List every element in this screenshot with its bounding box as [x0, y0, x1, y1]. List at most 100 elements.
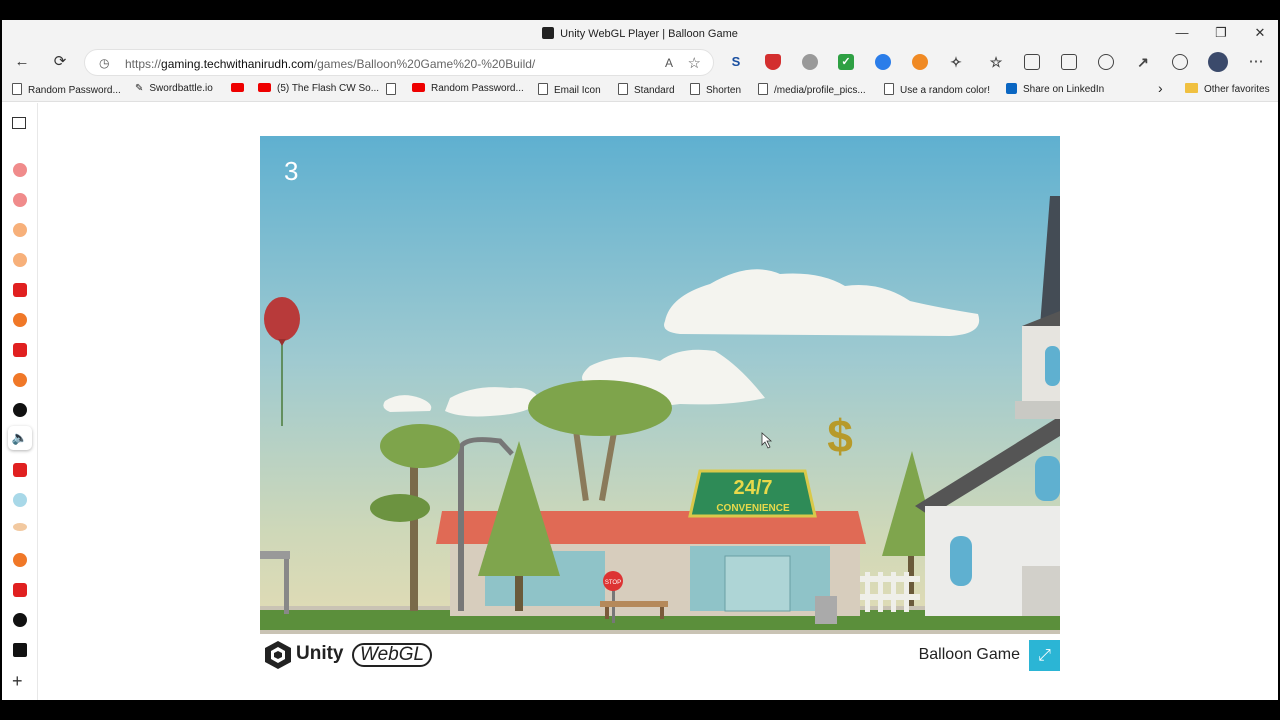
window-title-text: Unity WebGL Player | Balloon Game [560, 28, 738, 40]
shield-extension-icon[interactable] [765, 54, 781, 70]
bookmark-label: Email Icon [554, 85, 601, 96]
badge-extension-icon[interactable] [875, 54, 891, 70]
bookmark-item[interactable]: Random Password... [12, 83, 121, 96]
youtube-icon [412, 83, 425, 92]
bench [600, 601, 668, 607]
read-aloud-icon[interactable]: A [665, 56, 673, 70]
bus-stop-roof [260, 551, 290, 559]
clouds [383, 269, 980, 417]
game-scene: 24/7 CONVENIENCE STOP $ [260, 196, 1060, 634]
store-sign-bottom: CONVENIENCE [716, 503, 790, 514]
puzzle-extensions-icon[interactable]: ✧ [948, 54, 964, 70]
cloud-small [383, 395, 432, 412]
bookmark-item[interactable]: Shorten [690, 83, 741, 96]
new-tab-plus-icon[interactable]: + [12, 671, 23, 692]
page-icon [538, 83, 548, 95]
unity-logo-icon [265, 641, 291, 669]
page-icon [618, 83, 628, 95]
bookmark-item[interactable]: Share on LinkedIn [1006, 83, 1104, 95]
bookmark-item[interactable]: Random Password... [412, 83, 524, 94]
bookmark-item[interactable]: /media/profile_pics... [758, 83, 866, 96]
back-button[interactable]: ← [12, 52, 32, 72]
score-counter: 3 [284, 156, 299, 186]
circle-extension-icon[interactable] [802, 54, 818, 70]
other-favorites[interactable]: Other favorites [1185, 83, 1270, 95]
unity-game-canvas[interactable]: 24/7 CONVENIENCE STOP $ 3 [260, 136, 1060, 634]
bookmark-item[interactable] [231, 83, 250, 94]
stop-sign-text: STOP [605, 580, 621, 586]
tab-page-icon[interactable] [13, 493, 27, 507]
settings-menu-button[interactable]: ⋯ [1246, 52, 1266, 72]
url-path: /games/Balloon%20Game%20-%20Build/ [313, 57, 536, 71]
tab-youtube-icon[interactable] [13, 193, 27, 207]
coin-dollar: $ [827, 410, 853, 462]
favorite-star-icon[interactable]: ☆ [688, 54, 701, 72]
refresh-button[interactable]: ⟳ [50, 52, 70, 72]
minimize-button[interactable]: — [1167, 24, 1197, 42]
tab-youtube-icon[interactable] [13, 283, 27, 297]
tab-audio-icon[interactable]: 🔈 [8, 426, 32, 450]
favorites-icon[interactable]: ☆ [988, 54, 1004, 70]
bench-leg [660, 607, 664, 619]
copilot-icon[interactable] [1172, 54, 1188, 70]
bookmark-label: Use a random color! [900, 85, 991, 96]
orange-extension-icon[interactable] [912, 54, 928, 70]
url-host: gaming.techwithanirudh.com [161, 57, 314, 71]
url-text[interactable]: https://gaming.techwithanirudh.com/games… [125, 57, 535, 71]
s-extension-icon[interactable]: S [728, 54, 744, 70]
check-extension-icon[interactable]: ✓ [838, 54, 854, 70]
bookmark-item[interactable]: Use a random color! [884, 83, 990, 96]
bookmark-item[interactable] [386, 83, 402, 96]
tab-n-icon[interactable] [13, 403, 27, 417]
youtube-icon [258, 83, 271, 92]
bookmarks-overflow-chevron-icon[interactable]: › [1158, 80, 1163, 96]
webgl-label: WebGL [352, 643, 433, 667]
bookmark-label: Random Password... [431, 83, 524, 94]
tab-actions-icon[interactable] [12, 117, 26, 129]
unity-favicon-icon [542, 27, 555, 39]
cloud-small [445, 387, 540, 417]
vertical-tabs-sidebar: 🔈 + [2, 103, 38, 700]
close-button[interactable]: ✕ [1245, 24, 1275, 42]
collections-icon[interactable] [1024, 54, 1040, 70]
trash-can [815, 596, 837, 624]
unity-footer: Unity WebGL Balloon Game ⤢ [260, 634, 1060, 674]
tab-orange-icon[interactable] [13, 223, 27, 237]
tab-cloud-icon[interactable] [13, 523, 27, 531]
tab-orange-icon[interactable] [13, 553, 27, 567]
cloud-large [664, 269, 980, 336]
share-icon[interactable]: ↗ [1135, 54, 1151, 70]
tab-n-icon[interactable] [13, 613, 27, 627]
bookmarks-bar: Random Password... ✎ Swordbattle.io (5) T… [2, 78, 1278, 102]
bookmark-item[interactable]: ✎ Swordbattle.io [135, 83, 213, 94]
address-bar[interactable]: ◷ https://gaming.techwithanirudh.com/gam… [84, 49, 714, 76]
tree-umbrella [528, 380, 672, 501]
page-icon [758, 83, 768, 95]
screen: Unity WebGL Player | Balloon Game — ❐ ✕ … [0, 0, 1280, 720]
tab-youtube-icon[interactable] [13, 163, 27, 177]
tab-unity-icon[interactable] [13, 643, 27, 657]
bookmark-item[interactable]: (5) The Flash CW So... [258, 83, 379, 94]
fullscreen-button[interactable]: ⤢ [1029, 640, 1060, 671]
url-prefix: https:// [125, 57, 162, 71]
performance-icon[interactable] [1098, 54, 1114, 70]
player-balloon [264, 297, 300, 426]
game-title: Balloon Game [918, 646, 1020, 663]
lock-icon[interactable]: ◷ [99, 56, 109, 70]
page-content: 24/7 CONVENIENCE STOP $ 3 Unity WebGL Ba… [39, 103, 1278, 700]
folder-icon [1185, 83, 1198, 93]
profile-avatar[interactable] [1208, 52, 1228, 72]
browser-window: Unity WebGL Player | Balloon Game — ❐ ✕ … [2, 20, 1278, 700]
tab-orange-icon[interactable] [13, 313, 27, 327]
tab-orange-icon[interactable] [13, 373, 27, 387]
bench-leg [605, 607, 609, 619]
bookmark-item[interactable]: Email Icon [538, 83, 601, 96]
tab-orange-icon[interactable] [13, 253, 27, 267]
tab-youtube-icon[interactable] [13, 343, 27, 357]
bookmark-item[interactable]: Standard [618, 83, 675, 96]
tab-youtube-icon[interactable] [13, 463, 27, 477]
screenshot-icon[interactable] [1061, 54, 1077, 70]
restore-button[interactable]: ❐ [1206, 24, 1236, 42]
mouse-cursor-icon [761, 432, 773, 449]
tab-youtube-icon[interactable] [13, 583, 27, 597]
